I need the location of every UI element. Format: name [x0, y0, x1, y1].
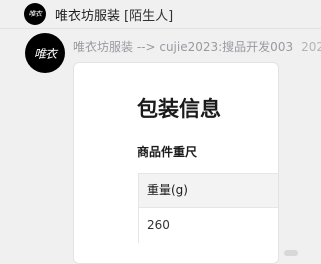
- spec-table: 重量(g) 260: [138, 173, 278, 243]
- contact-title: 唯衣坊服装 [陌生人]: [55, 5, 173, 24]
- contact-avatar-text: 唯衣: [28, 10, 43, 18]
- contact-tag: [陌生人]: [124, 9, 174, 24]
- contact-name[interactable]: 唯衣坊服装: [55, 9, 120, 24]
- message-sender-line: 唯衣坊服装 --> cujie2023:搜品开发003 2026: [73, 38, 321, 55]
- sender-avatar-text: 唯衣: [33, 46, 57, 61]
- message-time: 2026: [301, 40, 321, 54]
- contact-avatar[interactable]: 唯衣: [24, 3, 46, 25]
- table-value-cell: 260: [147, 218, 170, 232]
- card-title: 包装信息: [137, 97, 221, 121]
- chat-header: 唯衣 唯衣坊服装 [陌生人]: [0, 0, 321, 29]
- table-header-cell: 重量(g): [139, 174, 278, 208]
- message-card[interactable]: 包装信息 商品件重尺 重量(g) 260: [73, 62, 279, 264]
- sender-avatar[interactable]: 唯衣: [25, 33, 65, 73]
- sender-name: 唯衣坊服装 --> cujie2023:搜品开发003: [73, 40, 294, 54]
- card-subtitle: 商品件重尺: [137, 145, 198, 159]
- scrollbar-thumb[interactable]: [284, 250, 298, 256]
